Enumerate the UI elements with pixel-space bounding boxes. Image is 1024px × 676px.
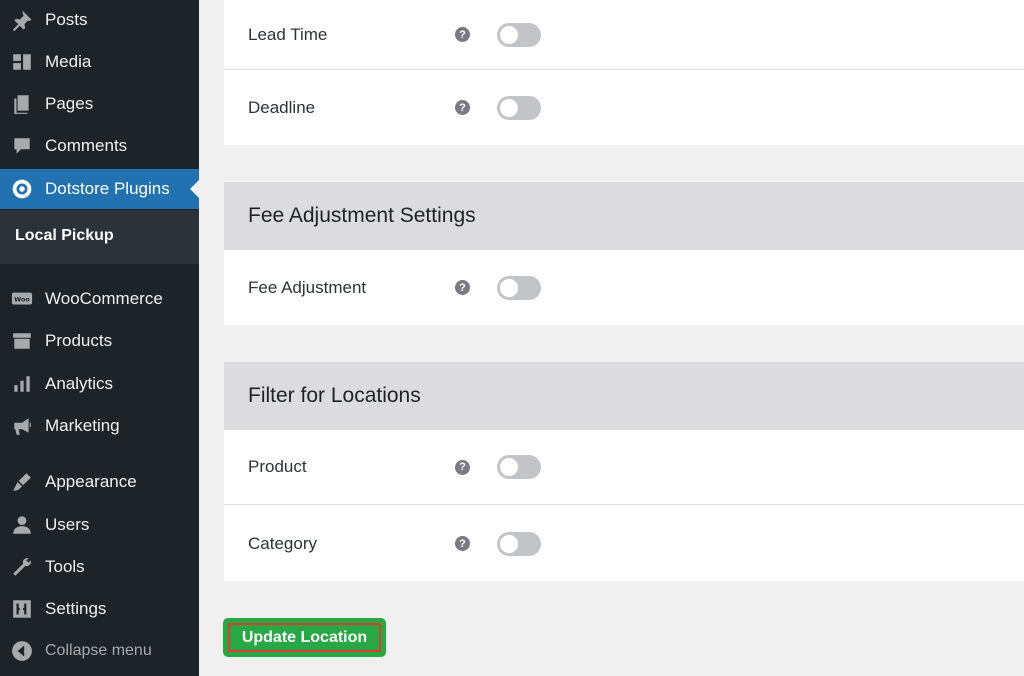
update-location-label: Update Location	[228, 623, 381, 652]
menu-label: Comments	[45, 136, 128, 155]
menu-item-appearance[interactable]: Appearance	[0, 462, 199, 502]
menu-item-media[interactable]: Media	[0, 42, 199, 82]
menu-label: Dotstore Plugins	[45, 179, 170, 198]
filter-locations-panel: Product ? Category ?	[224, 430, 1024, 581]
setting-label: Product	[248, 457, 307, 476]
help-icon[interactable]: ?	[455, 280, 470, 295]
menu-label: Users	[45, 515, 90, 534]
help-icon[interactable]: ?	[455, 100, 470, 115]
menu-item-settings[interactable]: Settings	[0, 589, 199, 629]
archive-icon	[10, 329, 34, 353]
menu-label: Settings	[45, 599, 107, 618]
menu-item-products[interactable]: Products	[0, 321, 199, 361]
menu-label: Analytics	[45, 374, 114, 393]
menu-label: Media	[45, 52, 92, 71]
user-icon	[10, 513, 34, 537]
media-icon	[10, 50, 34, 74]
setting-row-lead-time: Lead Time ?	[224, 0, 1024, 70]
menu-label: Posts	[45, 10, 88, 29]
wrench-icon	[10, 555, 34, 579]
submenu-item-local-pickup[interactable]: Local Pickup	[15, 227, 114, 245]
menu-item-tools[interactable]: Tools	[0, 547, 199, 587]
menu-label: Tools	[45, 557, 85, 576]
collapse-menu-button[interactable]: Collapse menu	[0, 631, 199, 671]
comment-icon	[10, 134, 34, 158]
section-title-fee-adjustment: Fee Adjustment Settings	[224, 182, 1024, 250]
dotstore-icon	[10, 177, 34, 201]
menu-item-pages[interactable]: Pages	[0, 84, 199, 124]
setting-row-product: Product ?	[224, 430, 1024, 505]
setting-label: Category	[248, 533, 317, 553]
menu-item-users[interactable]: Users	[0, 505, 199, 545]
menu-item-analytics[interactable]: Analytics	[0, 364, 199, 404]
lead-time-toggle[interactable]	[497, 22, 541, 47]
menu-label: Products	[45, 331, 113, 350]
menu-label: Marketing	[45, 416, 120, 435]
update-location-button[interactable]: Update Location	[223, 618, 386, 657]
setting-row-deadline: Deadline ?	[224, 70, 1024, 145]
help-icon[interactable]: ?	[455, 536, 470, 551]
admin-sidebar: Posts Media Pages Comments Dotstore Plug…	[0, 0, 199, 676]
fee-adjustment-panel: Fee Adjustment ?	[224, 250, 1024, 325]
menu-label: WooCommerce	[45, 289, 163, 308]
menu-label: Appearance	[45, 472, 137, 491]
setting-row-category: Category ?	[224, 506, 1024, 581]
pages-icon	[10, 92, 34, 116]
setting-row-fee-adjustment: Fee Adjustment ?	[224, 250, 1024, 325]
pin-icon	[10, 8, 34, 32]
section-title-filter-locations: Filter for Locations	[224, 362, 1024, 430]
fee-adjustment-toggle[interactable]	[497, 275, 541, 300]
svg-text:Woo: Woo	[14, 295, 30, 303]
setting-label: Fee Adjustment	[248, 277, 367, 297]
bar-chart-icon	[10, 372, 34, 396]
menu-item-dotstore-plugins[interactable]: Dotstore Plugins	[0, 169, 199, 209]
brush-icon	[10, 470, 34, 494]
collapse-label: Collapse menu	[45, 642, 152, 659]
category-toggle[interactable]	[497, 531, 541, 556]
menu-item-marketing[interactable]: Marketing	[0, 406, 199, 446]
menu-label: Pages	[45, 94, 94, 113]
timing-settings-panel: Lead Time ? Deadline ?	[224, 0, 1024, 145]
help-icon[interactable]: ?	[455, 459, 470, 475]
menu-item-woocommerce[interactable]: Woo WooCommerce	[0, 279, 199, 319]
megaphone-icon	[10, 414, 34, 438]
product-toggle[interactable]	[497, 455, 541, 479]
settings-sliders-icon	[10, 597, 34, 621]
collapse-arrow-icon	[10, 639, 34, 663]
help-icon[interactable]: ?	[455, 27, 470, 42]
woo-icon: Woo	[10, 287, 34, 311]
submenu: Local Pickup	[0, 210, 199, 264]
menu-item-posts[interactable]: Posts	[0, 0, 199, 40]
setting-label: Lead Time	[248, 24, 328, 44]
menu-item-comments[interactable]: Comments	[0, 126, 199, 166]
setting-label: Deadline	[248, 97, 316, 117]
deadline-toggle[interactable]	[497, 95, 541, 120]
